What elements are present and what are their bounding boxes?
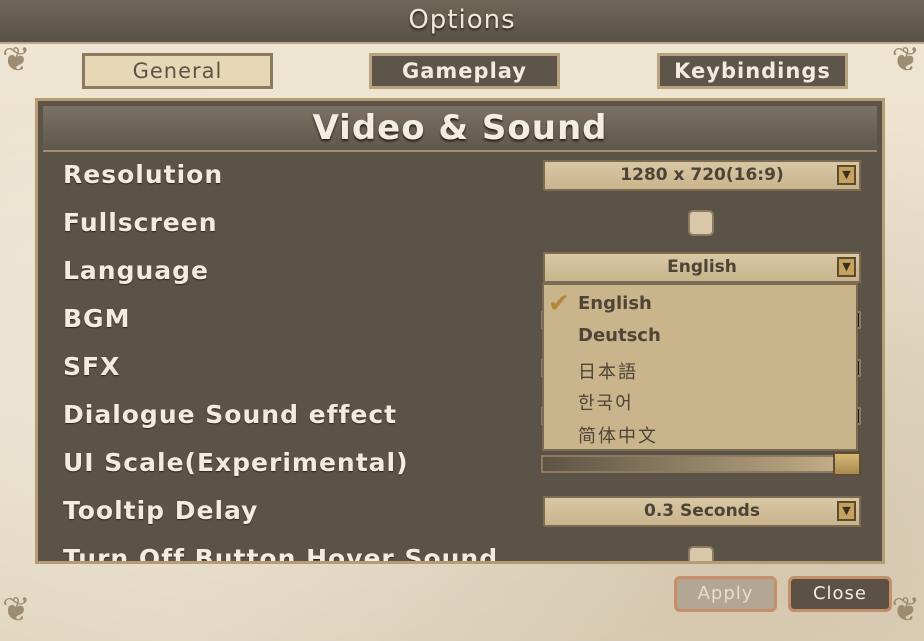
language-option-korean[interactable]: 한국어 [578,389,634,415]
title-bar: Options [0,0,924,44]
language-value: English [667,257,737,277]
fullscreen-checkbox[interactable] [688,210,714,236]
close-button[interactable]: Close [788,576,892,612]
resolution-value: 1280 x 720(16:9) [620,165,784,185]
chevron-down-icon[interactable]: ▼ [837,257,856,277]
section-title: Video & Sound [312,108,608,148]
hover-sound-checkbox[interactable] [688,546,714,561]
language-label: Language [63,256,210,285]
apply-button[interactable]: Apply [674,576,777,612]
tab-keybindings[interactable]: Keybindings [657,53,848,89]
language-option-chinese[interactable]: 简体中文 [578,422,658,448]
corner-ornament-icon: ❦ [891,40,921,80]
ui-scale-handle[interactable] [833,452,861,476]
tooltip-delay-value: 0.3 Seconds [644,501,760,521]
language-option-deutsch[interactable]: Deutsch [578,325,661,346]
corner-ornament-icon: ❦ [891,590,921,630]
checkmark-icon: ✔ [548,289,570,319]
ui-scale-fill [543,457,859,471]
chevron-down-icon[interactable]: ▼ [837,501,856,521]
resolution-dropdown[interactable]: 1280 x 720(16:9) ▼ [543,160,861,191]
language-option-english[interactable]: English [578,293,652,314]
resolution-label: Resolution [63,160,224,189]
tab-gameplay[interactable]: Gameplay [369,53,560,89]
bgm-label: BGM [63,304,131,333]
corner-ornament-icon: ❦ [2,590,31,630]
fullscreen-label: Fullscreen [63,208,218,237]
dialogue-sound-label: Dialogue Sound effect [63,400,398,429]
language-dropdown[interactable]: English ▼ [543,252,861,283]
hover-sound-label: Turn Off Button Hover Sound [63,544,499,564]
section-header: Video & Sound [43,106,877,152]
sfx-label: SFX [63,352,121,381]
corner-ornament-icon: ❦ [2,40,31,80]
window-title: Options [408,5,516,35]
tab-general[interactable]: General [82,53,273,89]
chevron-down-icon[interactable]: ▼ [837,165,856,185]
ui-scale-label: UI Scale(Experimental) [63,448,409,477]
language-option-japanese[interactable]: 日本語 [578,358,638,384]
tooltip-delay-dropdown[interactable]: 0.3 Seconds ▼ [543,496,861,527]
tooltip-delay-label: Tooltip Delay [63,496,259,525]
language-options-list: ✔ English Deutsch 日本語 한국어 简体中文 [542,283,858,451]
ui-scale-slider[interactable] [541,452,861,476]
